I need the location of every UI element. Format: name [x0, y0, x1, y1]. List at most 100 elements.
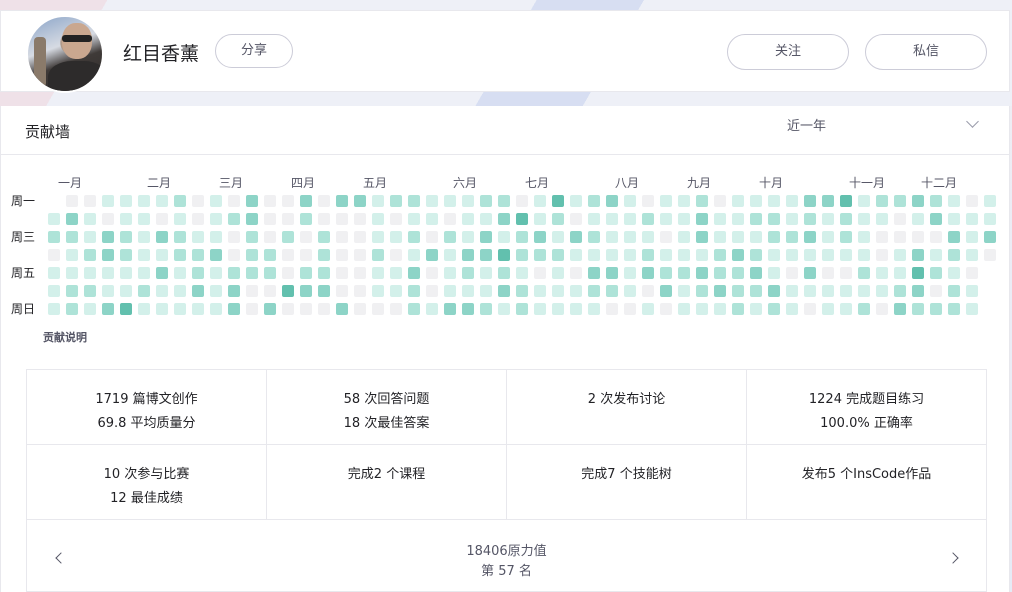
contribution-cell[interactable] — [300, 303, 312, 315]
contribution-cell[interactable] — [426, 231, 438, 243]
contribution-cell[interactable] — [570, 267, 582, 279]
contribution-cell[interactable] — [966, 213, 978, 225]
contribution-cell[interactable] — [318, 267, 330, 279]
contribution-cell[interactable] — [390, 213, 402, 225]
contribution-cell[interactable] — [552, 267, 564, 279]
contribution-cell[interactable] — [246, 267, 258, 279]
contribution-cell[interactable] — [750, 303, 762, 315]
contribution-cell[interactable] — [336, 249, 348, 261]
contribution-cell[interactable] — [264, 285, 276, 297]
contribution-cell[interactable] — [570, 285, 582, 297]
contribution-cell[interactable] — [642, 195, 654, 207]
contribution-cell[interactable] — [156, 213, 168, 225]
contribution-cell[interactable] — [84, 195, 96, 207]
contribution-cell[interactable] — [786, 285, 798, 297]
contribution-cell[interactable] — [102, 267, 114, 279]
contribution-cell[interactable] — [606, 249, 618, 261]
contribution-cell[interactable] — [570, 195, 582, 207]
contribution-cell[interactable] — [228, 303, 240, 315]
contribution-cell[interactable] — [930, 267, 942, 279]
contribution-cell[interactable] — [714, 195, 726, 207]
contribution-cell[interactable] — [138, 195, 150, 207]
contribution-cell[interactable] — [840, 303, 852, 315]
contribution-cell[interactable] — [696, 285, 708, 297]
contribution-cell[interactable] — [174, 285, 186, 297]
contribution-cell[interactable] — [804, 231, 816, 243]
contribution-cell[interactable] — [408, 231, 420, 243]
contribution-cell[interactable] — [624, 231, 636, 243]
contribution-cell[interactable] — [930, 303, 942, 315]
contribution-cell[interactable] — [480, 231, 492, 243]
contribution-cell[interactable] — [714, 267, 726, 279]
contribution-cell[interactable] — [534, 249, 546, 261]
contribution-cell[interactable] — [660, 249, 672, 261]
contribution-cell[interactable] — [534, 285, 546, 297]
contribution-cell[interactable] — [876, 267, 888, 279]
contribution-cell[interactable] — [588, 231, 600, 243]
contribution-cell[interactable] — [120, 213, 132, 225]
contribution-cell[interactable] — [804, 267, 816, 279]
contribution-cell[interactable] — [534, 231, 546, 243]
contribution-cell[interactable] — [84, 231, 96, 243]
contribution-cell[interactable] — [192, 213, 204, 225]
contribution-cell[interactable] — [876, 213, 888, 225]
share-button[interactable]: 分享 — [215, 34, 293, 68]
contribution-cell[interactable] — [966, 285, 978, 297]
contribution-cell[interactable] — [498, 231, 510, 243]
contribution-cell[interactable] — [858, 285, 870, 297]
contribution-cell[interactable] — [426, 195, 438, 207]
contribution-cell[interactable] — [174, 267, 186, 279]
contribution-cell[interactable] — [66, 303, 78, 315]
contribution-cell[interactable] — [660, 267, 672, 279]
contribution-cell[interactable] — [642, 249, 654, 261]
contribution-cell[interactable] — [372, 213, 384, 225]
contribution-cell[interactable] — [768, 303, 780, 315]
contribution-cell[interactable] — [462, 303, 474, 315]
contribution-cell[interactable] — [948, 267, 960, 279]
contribution-cell[interactable] — [480, 195, 492, 207]
contribution-cell[interactable] — [678, 195, 690, 207]
contribution-cell[interactable] — [426, 267, 438, 279]
contribution-cell[interactable] — [84, 267, 96, 279]
contribution-cell[interactable] — [300, 231, 312, 243]
contribution-cell[interactable] — [858, 303, 870, 315]
contribution-cell[interactable] — [822, 267, 834, 279]
contribution-cell[interactable] — [804, 249, 816, 261]
contribution-cell[interactable] — [318, 249, 330, 261]
contribution-cell[interactable] — [894, 249, 906, 261]
contribution-cell[interactable] — [804, 213, 816, 225]
contribution-cell[interactable] — [894, 213, 906, 225]
contribution-cell[interactable] — [966, 231, 978, 243]
contribution-cell[interactable] — [894, 231, 906, 243]
contribution-cell[interactable] — [822, 303, 834, 315]
contribution-cell[interactable] — [336, 231, 348, 243]
contribution-cell[interactable] — [930, 231, 942, 243]
contribution-cell[interactable] — [282, 267, 294, 279]
contribution-cell[interactable] — [732, 303, 744, 315]
contribution-cell[interactable] — [516, 249, 528, 261]
contribution-cell[interactable] — [264, 267, 276, 279]
contribution-cell[interactable] — [390, 285, 402, 297]
contribution-cell[interactable] — [534, 213, 546, 225]
contribution-cell[interactable] — [516, 213, 528, 225]
contribution-cell[interactable] — [138, 267, 150, 279]
contribution-cell[interactable] — [642, 231, 654, 243]
contribution-cell[interactable] — [84, 213, 96, 225]
contribution-cell[interactable] — [858, 213, 870, 225]
contribution-cell[interactable] — [858, 249, 870, 261]
contribution-cell[interactable] — [228, 231, 240, 243]
contribution-cell[interactable] — [210, 249, 222, 261]
contribution-cell[interactable] — [732, 231, 744, 243]
contribution-cell[interactable] — [696, 213, 708, 225]
contribution-cell[interactable] — [444, 285, 456, 297]
contribution-cell[interactable] — [786, 303, 798, 315]
contribution-cell[interactable] — [750, 249, 762, 261]
contribution-cell[interactable] — [210, 285, 222, 297]
contribution-cell[interactable] — [120, 267, 132, 279]
contribution-cell[interactable] — [246, 231, 258, 243]
contribution-cell[interactable] — [606, 267, 618, 279]
contribution-cell[interactable] — [48, 213, 60, 225]
contribution-cell[interactable] — [318, 195, 330, 207]
contribution-cell[interactable] — [228, 195, 240, 207]
contribution-cell[interactable] — [156, 303, 168, 315]
